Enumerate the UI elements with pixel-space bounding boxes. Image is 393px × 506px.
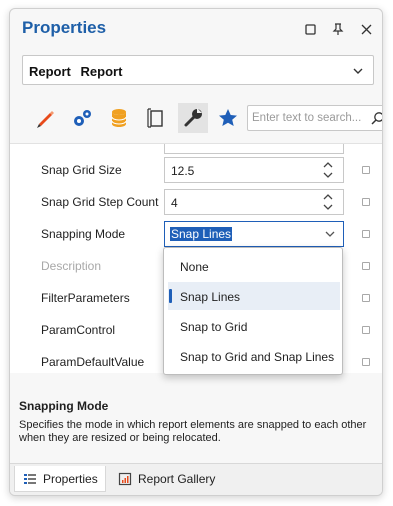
- property-label: Snap Grid Size: [41, 163, 122, 177]
- description-text: Specifies the mode in which report eleme…: [19, 419, 367, 444]
- dropdown-option-selected[interactable]: Snap Lines: [168, 282, 340, 310]
- object-type: Report: [29, 64, 71, 79]
- tab-report-gallery[interactable]: Report Gallery: [110, 466, 222, 492]
- tab-properties[interactable]: Properties: [14, 466, 106, 492]
- dropdown-option[interactable]: Snap to Grid: [168, 312, 340, 340]
- data-icon: [111, 109, 127, 127]
- behavior-icon: [74, 110, 91, 126]
- property-row-snapping-mode[interactable]: Snapping Mode Snap Lines: [10, 218, 382, 250]
- tab-tasks[interactable]: [178, 103, 208, 133]
- pin-button[interactable]: [328, 19, 348, 39]
- description-area: Snapping Mode Specifies the mode in whic…: [10, 381, 382, 461]
- search-placeholder: Enter text to search...: [252, 112, 362, 124]
- tab-favorites[interactable]: [213, 103, 243, 133]
- property-label: ParamControl: [41, 323, 116, 337]
- maximize-icon: [304, 23, 316, 35]
- property-value: 12.5: [171, 164, 195, 178]
- search-icon: [371, 112, 382, 125]
- selected-value-text: Snap Lines: [170, 227, 233, 241]
- property-label: Snap Grid Step Count: [41, 195, 159, 209]
- spin-icon[interactable]: [323, 192, 333, 212]
- dropdown-option[interactable]: Snap to Grid and Snap Lines: [168, 342, 340, 370]
- search-input[interactable]: Enter text to search...: [247, 105, 382, 131]
- tab-label: Report Gallery: [138, 472, 216, 486]
- chevron-down-icon: [353, 68, 363, 74]
- spin-icon[interactable]: [323, 160, 333, 180]
- property-label: ParamDefaultValue: [41, 355, 145, 369]
- property-checkbox[interactable]: [362, 294, 370, 302]
- favorites-icon: [219, 109, 237, 126]
- tab-data[interactable]: [104, 103, 134, 133]
- maximize-button[interactable]: [300, 19, 320, 39]
- option-label: Snap Lines: [180, 290, 241, 304]
- appearance-icon: [37, 111, 54, 128]
- report-gallery-icon: [118, 472, 132, 486]
- tab-behavior[interactable]: [67, 103, 97, 133]
- property-checkbox[interactable]: [362, 230, 370, 238]
- option-label: None: [180, 260, 209, 274]
- snapping-mode-dropdown: None Snap Lines Snap to Grid Snap to Gri…: [163, 247, 343, 375]
- close-button[interactable]: [356, 19, 376, 39]
- property-label: Snapping Mode: [41, 227, 126, 241]
- snapping-mode-editor[interactable]: Snap Lines: [164, 221, 344, 247]
- property-checkbox[interactable]: [362, 358, 370, 366]
- title-bar: Properties: [10, 9, 382, 49]
- object-selector[interactable]: Report Report: [22, 55, 374, 85]
- property-value: 4: [171, 196, 178, 210]
- property-checkbox[interactable]: [362, 262, 370, 270]
- property-checkbox[interactable]: [362, 326, 370, 334]
- tab-layout[interactable]: [141, 103, 171, 133]
- close-icon: [361, 24, 371, 34]
- description-title: Snapping Mode: [19, 399, 109, 413]
- property-label: Description: [41, 259, 102, 273]
- snap-grid-size-editor[interactable]: 12.5: [164, 157, 344, 183]
- object-selector-text: Report Report: [29, 64, 122, 79]
- properties-tab-icon: [23, 472, 37, 486]
- tasks-icon: [184, 108, 202, 127]
- tab-appearance[interactable]: [30, 103, 60, 133]
- chevron-down-icon: [325, 231, 335, 237]
- category-toolbar: Enter text to search...: [22, 103, 382, 135]
- object-name: Report: [80, 64, 123, 79]
- previous-row-editor: [164, 144, 344, 154]
- tab-label: Properties: [43, 471, 98, 486]
- snap-grid-step-count-editor[interactable]: 4: [164, 189, 344, 215]
- layout-icon: [147, 108, 163, 128]
- option-label: Snap to Grid: [180, 320, 248, 334]
- property-row-snap-grid-step-count[interactable]: Snap Grid Step Count 4: [10, 186, 382, 218]
- property-row-snap-grid-size[interactable]: Snap Grid Size 12.5: [10, 154, 382, 186]
- property-checkbox[interactable]: [362, 166, 370, 174]
- bottom-tab-bar: Properties Report Gallery: [10, 463, 382, 495]
- dropdown-option[interactable]: None: [168, 252, 340, 280]
- option-label: Snap to Grid and Snap Lines: [180, 350, 335, 364]
- pin-icon: [332, 22, 344, 35]
- panel-title: Properties: [22, 18, 107, 37]
- property-label: FilterParameters: [41, 291, 130, 305]
- property-checkbox[interactable]: [362, 198, 370, 206]
- dropdown-button[interactable]: [317, 222, 343, 246]
